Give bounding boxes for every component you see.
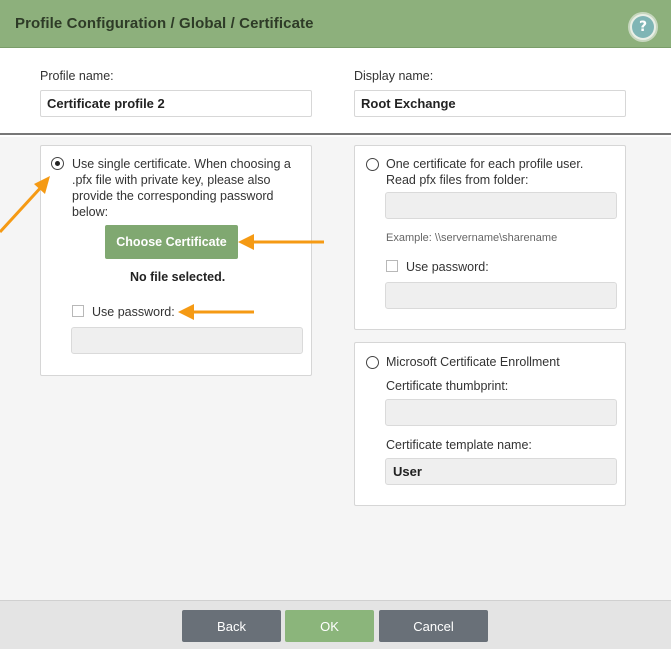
template-name-input[interactable]: User bbox=[385, 458, 617, 485]
dialog-footer: Back OK Cancel bbox=[0, 600, 671, 649]
template-name-label: Certificate template name: bbox=[386, 438, 532, 452]
back-button[interactable]: Back bbox=[182, 610, 281, 642]
single-certificate-radio[interactable] bbox=[51, 157, 64, 170]
choose-certificate-button[interactable]: Choose Certificate bbox=[105, 225, 238, 259]
certificate-enrollment-radio[interactable] bbox=[366, 356, 379, 369]
ok-button[interactable]: OK bbox=[285, 610, 374, 642]
annotation-arrow-password bbox=[178, 304, 254, 320]
help-icon: ? bbox=[632, 16, 654, 38]
per-user-certificate-radio[interactable] bbox=[366, 158, 379, 171]
single-password-input[interactable] bbox=[71, 327, 303, 354]
profile-name-label: Profile name: bbox=[40, 69, 114, 83]
single-certificate-description: Use single certificate. When choosing a … bbox=[72, 157, 291, 219]
per-user-certificate-description: One certificate for each profile user. R… bbox=[386, 157, 584, 187]
single-use-password-label: Use password: bbox=[92, 305, 175, 319]
certificate-enrollment-title: Microsoft Certificate Enrollment bbox=[386, 355, 560, 369]
per-user-use-password-checkbox[interactable] bbox=[386, 260, 398, 272]
display-name-input[interactable]: Root Exchange bbox=[354, 90, 626, 117]
annotation-arrow-radio bbox=[0, 176, 50, 234]
display-name-label: Display name: bbox=[354, 69, 434, 83]
single-use-password-checkbox[interactable] bbox=[72, 305, 84, 317]
per-user-use-password-label: Use password: bbox=[406, 260, 489, 274]
thumbprint-label: Certificate thumbprint: bbox=[386, 379, 509, 393]
title-bar: Profile Configuration / Global / Certifi… bbox=[0, 0, 671, 48]
folder-example-hint: Example: \\servername\sharename bbox=[386, 232, 558, 244]
no-file-status: No file selected. bbox=[130, 270, 226, 284]
pfx-folder-input[interactable] bbox=[385, 192, 617, 219]
help-button[interactable]: ? bbox=[628, 12, 658, 42]
profile-name-input[interactable]: Certificate profile 2 bbox=[40, 90, 312, 117]
name-fields-row: Profile name: Certificate profile 2 Disp… bbox=[0, 48, 671, 135]
annotation-arrow-choose bbox=[238, 234, 324, 250]
thumbprint-input[interactable] bbox=[385, 399, 617, 426]
per-user-password-input[interactable] bbox=[385, 282, 617, 309]
cancel-button[interactable]: Cancel bbox=[379, 610, 488, 642]
page-title: Profile Configuration / Global / Certifi… bbox=[15, 15, 314, 32]
